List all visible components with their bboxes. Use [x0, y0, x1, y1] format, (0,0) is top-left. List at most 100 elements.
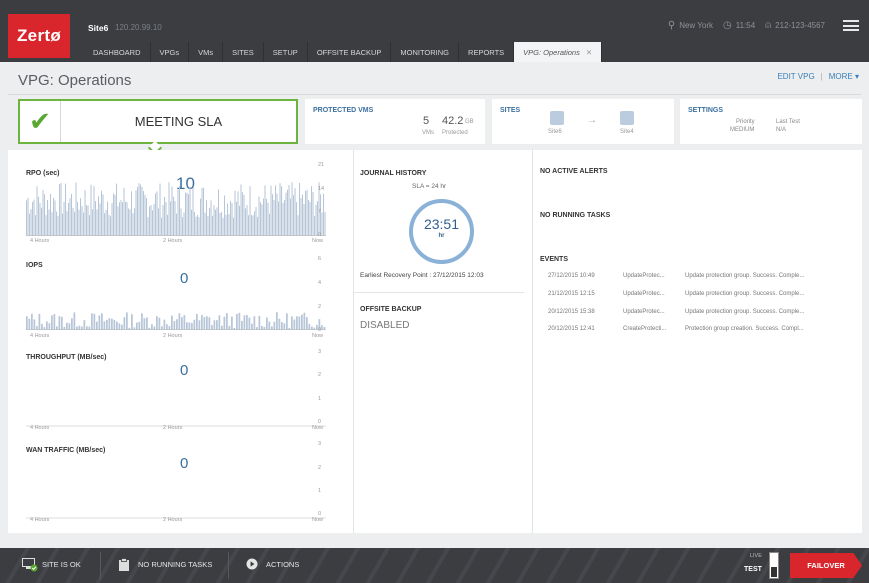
chart-bar — [183, 315, 186, 330]
chart-bar — [231, 316, 233, 330]
chart-bar — [287, 189, 289, 236]
live-label: LIVE — [749, 553, 762, 559]
tab-offsite-backup[interactable]: OFFSITE BACKUP — [308, 42, 392, 62]
live-test-toggle[interactable] — [769, 552, 779, 579]
location-pin-icon: ⚲ — [667, 20, 676, 31]
chart-bar — [257, 216, 259, 236]
chart-bar — [117, 206, 119, 236]
chart-bar — [77, 201, 79, 236]
header-info: ⚲ New York ◷ 11:54 ⍝ 212-123-4567 — [668, 20, 859, 31]
event-time: 27/12/2015 10:49 — [548, 273, 595, 279]
chart-bar — [129, 209, 131, 236]
protected-vms-card[interactable]: PROTECTED VMs 5 VMs 42.2 GB Protected — [305, 99, 485, 144]
journal-unit: hr — [438, 233, 445, 239]
x-tick-label: Now — [312, 425, 324, 431]
settings-card[interactable]: SETTINGS Priority MEDIUM Last Test N/A — [680, 99, 862, 144]
y-tick-label: 1 — [318, 396, 322, 402]
chart-bar — [90, 184, 92, 236]
page-title: VPG: Operations — [18, 72, 132, 89]
close-tab-icon[interactable]: ✕ — [586, 48, 592, 57]
x-tick-label: Now — [312, 238, 324, 244]
chart-bar — [296, 202, 298, 236]
site-status-button[interactable]: SITE IS OK — [22, 558, 81, 572]
chart-bar — [104, 213, 106, 236]
event-type: CreateProtecti... — [623, 326, 667, 332]
chart-bar — [253, 316, 256, 330]
chart-bar — [98, 315, 101, 330]
y-tick-label: 0 — [318, 232, 322, 238]
chart-bar — [41, 323, 43, 330]
chart-bar — [91, 313, 93, 330]
hamburger-menu-icon[interactable] — [843, 20, 859, 31]
tab-sites[interactable]: SITES — [223, 42, 264, 62]
chart-bar — [279, 183, 281, 236]
sla-status-card[interactable]: ✔ MEETING SLA — [18, 99, 298, 144]
event-row[interactable]: 21/12/2015 12:15 UpdateProtec... Update … — [548, 291, 804, 297]
chart-bar — [251, 215, 253, 236]
last-test-label: Last Test — [776, 119, 800, 125]
target-site-label: Site4 — [620, 129, 634, 135]
y-tick-label: 1 — [318, 488, 322, 494]
chart-bar — [194, 211, 196, 236]
y-tick-label: 4 — [318, 280, 322, 286]
chart-bar — [30, 209, 32, 236]
event-row[interactable]: 27/12/2015 10:49 UpdateProtec... Update … — [548, 273, 804, 279]
clock-icon: ◷ — [723, 20, 732, 31]
chart-bar — [234, 190, 236, 236]
event-row[interactable]: 20/12/2015 12:41 CreateProtecti... Prote… — [548, 326, 804, 332]
tab-vpgs[interactable]: VPGs — [151, 42, 190, 62]
chart-bar — [299, 182, 301, 236]
chart-bar — [89, 215, 91, 236]
chart-bar — [106, 319, 108, 330]
chart-bar — [173, 196, 175, 236]
chart-bar — [303, 203, 305, 236]
chart-bar — [203, 187, 205, 236]
chart-bar — [62, 213, 64, 236]
chart-bar — [53, 314, 56, 330]
event-row[interactable]: 20/12/2015 15:38 UpdateProtec... Update … — [548, 309, 804, 315]
failover-button[interactable]: FAILOVER — [790, 553, 862, 578]
chart-bar — [193, 319, 196, 330]
chart-bar — [78, 209, 80, 236]
source-site-label: Site6 — [548, 129, 562, 135]
chart-bar — [71, 193, 73, 236]
chart-bar — [223, 316, 226, 330]
divider — [353, 150, 354, 533]
chart-bar — [222, 217, 224, 236]
edit-vpg-link[interactable]: EDIT VPG — [777, 72, 814, 81]
chart-bar — [227, 203, 229, 236]
running-tasks-button[interactable]: NO RUNNING TASKS — [118, 558, 212, 571]
iops-value: 0 — [180, 270, 189, 287]
chart-bar — [216, 320, 218, 330]
chart-bar — [93, 313, 96, 330]
y-tick-label: 2 — [318, 465, 322, 471]
chart-bar — [108, 214, 110, 236]
more-menu-button[interactable]: MORE ▾ — [829, 72, 859, 81]
chart-bar — [149, 206, 151, 236]
chart-bar — [93, 186, 95, 236]
chart-bar — [83, 212, 85, 236]
tab-vpg-operations[interactable]: VPG: Operations ✕ — [514, 42, 603, 62]
live-test-labels: LIVE TEST — [744, 553, 762, 573]
chart-bar — [236, 201, 238, 236]
tab-reports[interactable]: REPORTS — [459, 42, 515, 62]
chart-bar — [29, 213, 31, 236]
chart-bar — [239, 205, 241, 236]
chart-bar — [213, 205, 215, 236]
tab-setup[interactable]: SETUP — [264, 42, 308, 62]
chart-bar — [26, 200, 28, 236]
throughput-chart-title: THROUGHPUT (MB/sec) — [26, 354, 107, 361]
chart-bar — [290, 198, 292, 236]
chart-bar — [281, 186, 283, 236]
tab-monitoring[interactable]: MONITORING — [391, 42, 460, 62]
actions-button[interactable]: ACTIONS — [246, 558, 299, 570]
chart-bar — [248, 317, 251, 330]
chart-bar — [181, 317, 183, 330]
sites-card[interactable]: SITES Site6 → Site4 — [492, 99, 674, 144]
tab-dashboard[interactable]: DASHBOARD — [84, 42, 151, 62]
tab-vms[interactable]: VMs — [189, 42, 224, 62]
actions-label: ACTIONS — [266, 559, 300, 569]
zerto-logo[interactable]: Zertø — [8, 14, 70, 58]
chart-bar — [216, 207, 218, 236]
tab-vpg-operations-label: VPG: Operations — [523, 47, 580, 57]
